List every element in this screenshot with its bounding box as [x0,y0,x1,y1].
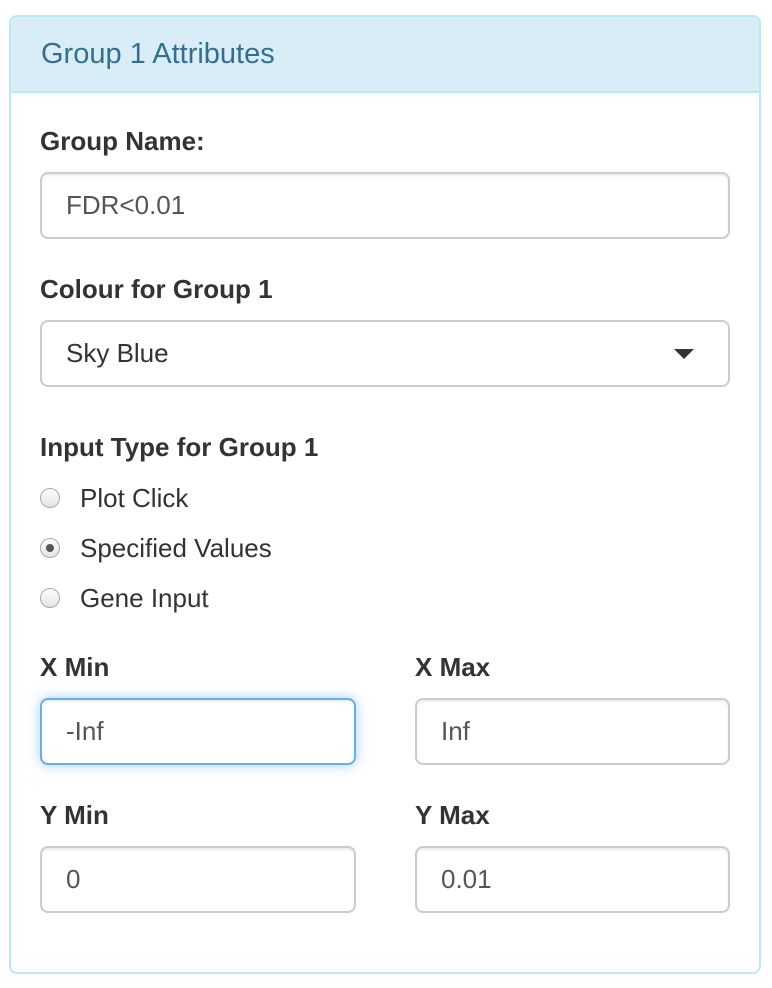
radio-button-checked[interactable] [40,538,60,558]
x-min-input[interactable] [40,698,356,765]
radio-button[interactable] [40,488,60,508]
radio-label: Specified Values [80,532,272,563]
chevron-down-icon [674,349,694,359]
input-type-label: Input Type for Group 1 [40,432,319,462]
colour-select[interactable]: Sky Blue [40,320,730,387]
colour-selected-value: Sky Blue [66,338,169,368]
radio-label: Gene Input [80,582,209,613]
y-min-label: Y Min [40,800,109,830]
group-name-label: Group Name: [40,126,205,156]
radio-option-specified-values[interactable]: Specified Values [40,528,272,568]
radio-label: Plot Click [80,482,189,513]
radio-button[interactable] [40,588,60,608]
colour-label: Colour for Group 1 [40,274,273,304]
x-min-label: X Min [40,652,110,682]
radio-option-plot-click[interactable]: Plot Click [40,478,188,518]
x-max-label: X Max [415,652,491,682]
panel-heading: Group 1 Attributes [11,17,759,93]
y-max-input[interactable] [415,846,730,913]
group-name-input[interactable] [40,172,730,239]
radio-option-gene-input[interactable]: Gene Input [40,578,209,618]
x-max-input[interactable] [415,698,730,765]
y-min-input[interactable] [40,846,356,913]
panel-title: Group 1 Attributes [41,37,275,70]
y-max-label: Y Max [415,800,490,830]
